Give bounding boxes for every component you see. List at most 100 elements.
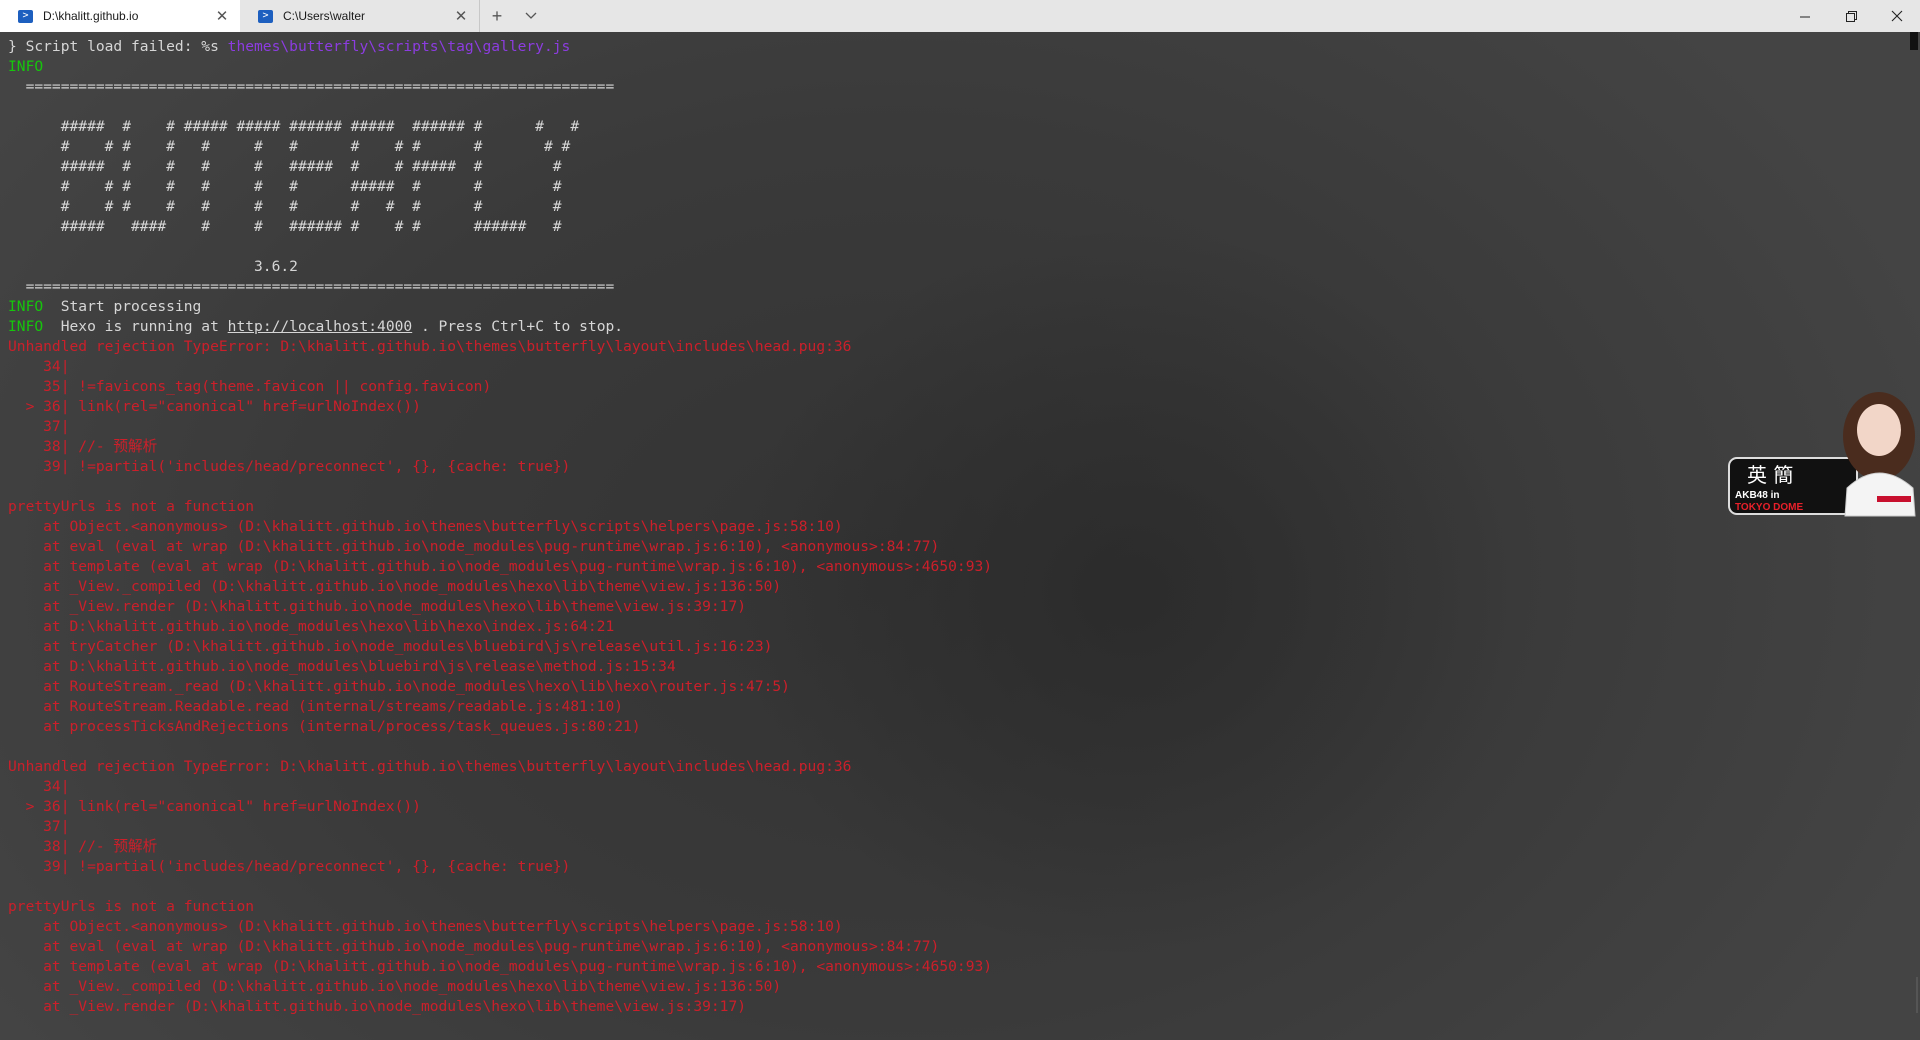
terminal-line: > 36| link(rel="canonical" href=urlNoInd… <box>8 397 1888 417</box>
terminal-text: 39| !=partial('includes/head/preconnect'… <box>8 458 571 475</box>
minimize-button[interactable] <box>1782 0 1828 32</box>
terminal-text: at _View._compiled (D:\khalitt.github.io… <box>8 978 782 995</box>
terminal-line: # # # # # # # # # # # # # <box>8 137 1888 157</box>
terminal-text: Hexo is running at <box>43 318 228 335</box>
tab-walter[interactable]: > C:\Users\walter ✕ <box>240 0 480 32</box>
new-tab-button[interactable]: + <box>480 0 514 32</box>
close-window-button[interactable] <box>1874 0 1920 32</box>
terminal-text: 37| <box>8 818 70 835</box>
minimize-icon <box>1799 16 1810 17</box>
terminal-line: 39| !=partial('includes/head/preconnect'… <box>8 457 1888 477</box>
terminal-text: 3.6.2 <box>8 258 298 275</box>
terminal-line: at RouteStream.Readable.read (internal/s… <box>8 697 1888 717</box>
restore-button[interactable] <box>1828 0 1874 32</box>
terminal-line: at processTicksAndRejections (internal/p… <box>8 717 1888 737</box>
terminal-text: at Object.<anonymous> (D:\khalitt.github… <box>8 918 843 935</box>
terminal-line: at eval (eval at wrap (D:\khalitt.github… <box>8 537 1888 557</box>
terminal-line: at D:\khalitt.github.io\node_modules\hex… <box>8 617 1888 637</box>
terminal-line: 34| <box>8 357 1888 377</box>
terminal-text: # # # # # # # ##### # # # <box>8 178 562 195</box>
terminal-text: at Object.<anonymous> (D:\khalitt.github… <box>8 518 843 535</box>
tab-label: D:\khalitt.github.io <box>43 9 139 23</box>
terminal-text: 35| !=favicons_tag(theme.favicon || conf… <box>8 378 492 395</box>
terminal-pane[interactable]: } Script load failed: %s themes\butterfl… <box>0 32 1920 1040</box>
terminal-line: at template (eval at wrap (D:\khalitt.gi… <box>8 957 1888 977</box>
terminal-text: at template (eval at wrap (D:\khalitt.gi… <box>8 558 993 575</box>
tab-label: C:\Users\walter <box>283 9 366 23</box>
terminal-line: at tryCatcher (D:\khalitt.github.io\node… <box>8 637 1888 657</box>
terminal-line: at template (eval at wrap (D:\khalitt.gi… <box>8 557 1888 577</box>
terminal-line: prettyUrls is not a function <box>8 497 1888 517</box>
title-drag-area[interactable] <box>548 0 1782 32</box>
terminal-text: Unhandled rejection TypeError: D:\khalit… <box>8 758 852 775</box>
terminal-line: at Object.<anonymous> (D:\khalitt.github… <box>8 917 1888 937</box>
scrollbar[interactable] <box>1908 32 1920 1040</box>
terminal-text: Unhandled rejection TypeError: D:\khalit… <box>8 338 852 355</box>
terminal-line: INFO Hexo is running at http://localhost… <box>8 317 1888 337</box>
terminal-text: at D:\khalitt.github.io\node_modules\hex… <box>8 618 615 635</box>
close-tab-icon[interactable]: ✕ <box>212 6 232 26</box>
terminal-text: at RouteStream._read (D:\khalitt.github.… <box>8 678 790 695</box>
terminal-line: at RouteStream._read (D:\khalitt.github.… <box>8 677 1888 697</box>
tab-khalitt[interactable]: > D:\khalitt.github.io ✕ <box>0 0 240 32</box>
terminal-line: # # # # # # # ##### # # # <box>8 177 1888 197</box>
terminal-line: 37| <box>8 817 1888 837</box>
terminal-line: at _View.render (D:\khalitt.github.io\no… <box>8 997 1888 1017</box>
terminal-text: 39| !=partial('includes/head/preconnect'… <box>8 858 571 875</box>
powershell-icon: > <box>258 9 273 23</box>
chevron-down-icon <box>525 12 537 19</box>
terminal-line: Unhandled rejection TypeError: D:\khalit… <box>8 757 1888 777</box>
terminal-text: at D:\khalitt.github.io\node_modules\blu… <box>8 658 676 675</box>
sticker-line3: TOKYO DOME <box>1735 502 1803 513</box>
title-bar: > D:\khalitt.github.io ✕ > C:\Users\walt… <box>0 0 1920 32</box>
terminal-text: 38| //- 预解析 <box>8 838 158 855</box>
terminal-text: at tryCatcher (D:\khalitt.github.io\node… <box>8 638 773 655</box>
terminal-text: at processTicksAndRejections (internal/p… <box>8 718 641 735</box>
terminal-line: 38| //- 预解析 <box>8 837 1888 857</box>
terminal-text: 37| <box>8 418 70 435</box>
terminal-line: 38| //- 预解析 <box>8 437 1888 457</box>
terminal-link[interactable]: http://localhost:4000 <box>228 318 413 335</box>
tab-dropdown-button[interactable] <box>514 0 548 32</box>
terminal-text: at _View._compiled (D:\khalitt.github.io… <box>8 578 782 595</box>
terminal-text: Start processing <box>43 298 202 315</box>
close-tab-icon[interactable]: ✕ <box>451 6 471 26</box>
terminal-line: } Script load failed: %s themes\butterfl… <box>8 37 1888 57</box>
scrollbar-thumb[interactable] <box>1916 977 1918 1013</box>
terminal-text: 34| <box>8 358 70 375</box>
terminal-text: # # # # # # # # # # # # <box>8 198 562 215</box>
restore-icon <box>1845 10 1857 22</box>
akb48-sticker: 英 簡 AKB48 in TOKYO DOME <box>1727 378 1920 518</box>
terminal-line: prettyUrls is not a function <box>8 897 1888 917</box>
terminal-line: at _View._compiled (D:\khalitt.github.io… <box>8 977 1888 997</box>
terminal-text: prettyUrls is not a function <box>8 498 255 515</box>
terminal-line: ##### #### # # ###### # # # ###### # <box>8 217 1888 237</box>
terminal-text: 38| //- 预解析 <box>8 438 158 455</box>
terminal-text: ========================================… <box>8 78 615 95</box>
terminal-line: INFO Start processing <box>8 297 1888 317</box>
terminal-text: at eval (eval at wrap (D:\khalitt.github… <box>8 538 940 555</box>
terminal-line: # # # # # # # # # # # # <box>8 197 1888 217</box>
sticker-line2: AKB48 in <box>1735 490 1779 501</box>
terminal-line: Unhandled rejection TypeError: D:\khalit… <box>8 337 1888 357</box>
terminal-line: at D:\khalitt.github.io\node_modules\blu… <box>8 657 1888 677</box>
terminal-line: ##### # # # # ##### # # ##### # # <box>8 157 1888 177</box>
terminal-text: ========================================… <box>8 278 615 295</box>
terminal-line: ##### # # ##### ##### ###### ##### #####… <box>8 117 1888 137</box>
terminal-text: 34| <box>8 778 70 795</box>
scrollbar-top-mark <box>1910 32 1918 50</box>
terminal-line: at eval (eval at wrap (D:\khalitt.github… <box>8 937 1888 957</box>
terminal-line: 3.6.2 <box>8 257 1888 277</box>
terminal-text: at _View.render (D:\khalitt.github.io\no… <box>8 998 747 1015</box>
terminal-text: # # # # # # # # # # # # # <box>8 138 571 155</box>
terminal-text: prettyUrls is not a function <box>8 898 255 915</box>
terminal-line: ========================================… <box>8 77 1888 97</box>
sticker-title: 英 簡 <box>1747 463 1793 487</box>
terminal-text: INFO <box>8 58 44 75</box>
terminal-line: at _View._compiled (D:\khalitt.github.io… <box>8 577 1888 597</box>
terminal-text: ##### # # ##### ##### ###### ##### #####… <box>8 118 580 135</box>
